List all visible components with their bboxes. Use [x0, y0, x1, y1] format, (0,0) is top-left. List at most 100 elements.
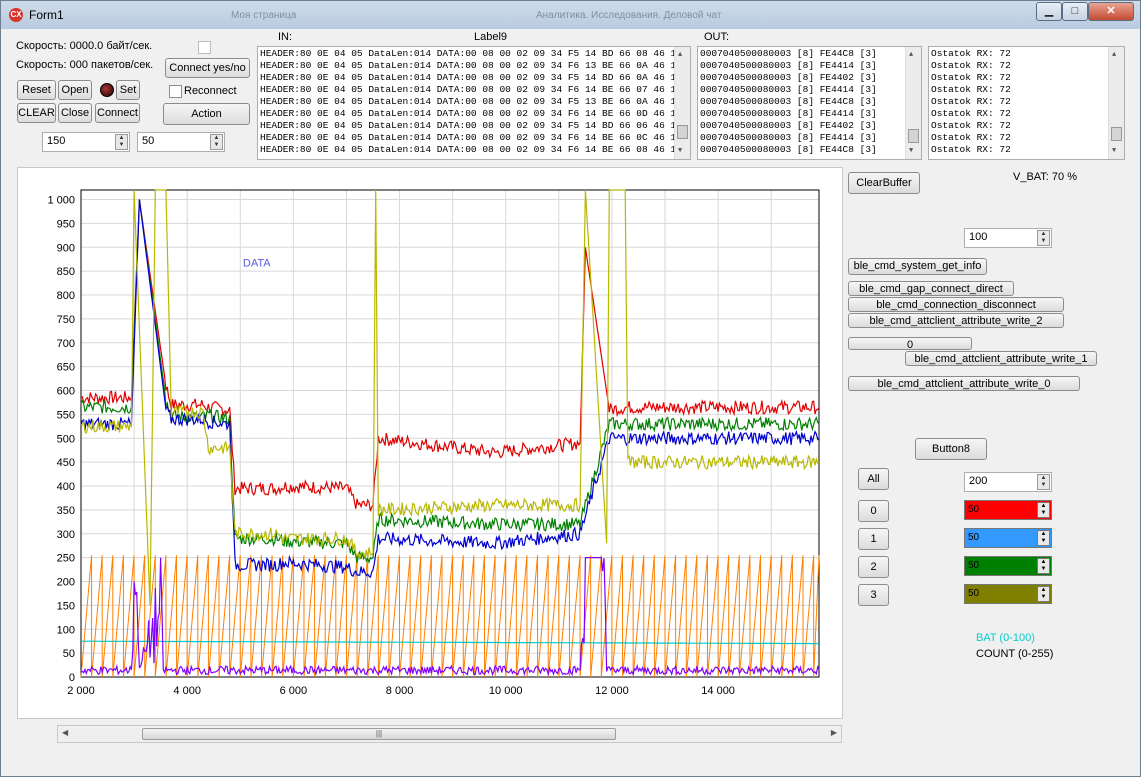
spin-input-200[interactable]: 200 ▲ ▼ — [964, 472, 1052, 492]
connect-yes-no-button[interactable]: Connect yes/no — [165, 58, 250, 78]
scroll-right-icon[interactable]: ▶ — [831, 728, 837, 737]
channel-value: 50 — [968, 560, 980, 571]
button8[interactable]: Button8 — [915, 438, 987, 460]
ostatok-log-line: Ostatok RX: 72 — [931, 60, 1011, 71]
out-log-line: 0007040500080003 [8] FE4402 [3] — [700, 72, 877, 83]
spin-arrows-icon[interactable]: ▲ ▼ — [210, 134, 223, 150]
cmd-disconnect-connection-button[interactable]: ble_cmd_connection_disconnect connection — [848, 297, 1064, 326]
channel-0-button[interactable]: 0 — [858, 500, 889, 522]
channel-value: 50 — [968, 588, 980, 599]
speed-bytes-label: Скорость: 0000.0 байт/сек. — [16, 40, 153, 52]
y-tick-label: 450 — [57, 457, 75, 469]
close-button[interactable]: Close — [58, 103, 92, 123]
channel-2-button[interactable]: 2 — [858, 556, 889, 578]
in-log-line: HEADER:80 0E 04 05 DataLen:014 DATA:00 0… — [260, 48, 691, 59]
ostatok-log-line: Ostatok RX: 72 — [931, 108, 1011, 119]
in-log-line: HEADER:80 0E 04 05 DataLen:014 DATA:00 0… — [260, 96, 691, 107]
spin-arrows-icon[interactable]: ▲ ▼ — [1037, 530, 1050, 546]
set-button[interactable]: Set — [116, 80, 140, 100]
x-tick-label: 4 000 — [173, 685, 201, 697]
main-window: CX Form1 Моя страница Аналитика. Исследо… — [0, 0, 1141, 777]
reconnect-label: Reconnect — [184, 85, 237, 97]
channel-2-color-spin[interactable]: 50 ▲ ▼ — [964, 556, 1052, 576]
spin-value: 150 — [47, 135, 66, 147]
y-tick-label: 50 — [63, 648, 75, 660]
minimize-button[interactable]: ▁ — [1036, 2, 1062, 21]
y-tick-label: 950 — [57, 218, 75, 230]
spin-input-2[interactable]: 50 ▲ ▼ — [137, 132, 225, 152]
spin-input-1[interactable]: 150 ▲ ▼ — [42, 132, 130, 152]
spin-input-100[interactable]: 100 ▲ ▼ — [964, 228, 1052, 248]
ostatok-log-line: Ostatok RX: 72 — [931, 132, 1011, 143]
cmd-system-get-info-button[interactable]: ble_cmd_system_get_info — [848, 258, 987, 275]
spin-arrows-icon[interactable]: ▲ ▼ — [1037, 586, 1050, 602]
in-log-line: HEADER:80 0E 04 05 DataLen:014 DATA:00 0… — [260, 60, 691, 71]
reconnect-checkbox[interactable] — [169, 85, 182, 98]
zero-button[interactable]: 0 — [848, 337, 972, 351]
out-log-line: 0007040500080003 [8] FE4414 [3] — [700, 84, 877, 95]
spin-arrows-icon[interactable]: ▲ ▼ — [1037, 502, 1050, 518]
ostatok-log-line: Ostatok RX: 72 — [931, 120, 1011, 131]
series-line — [81, 640, 819, 645]
chart-panel[interactable]: 0 50 100 150 200 250 300 350 400 450 500 550 600 650 7… — [17, 167, 843, 719]
chart-horizontal-scrollbar[interactable]: ◀ ||| ▶ — [57, 725, 842, 743]
ostatok-log-textbox[interactable]: Ostatok RX: 72 Ostatok RX: 72 Ostatok RX: … — [928, 46, 1125, 160]
in-log-line: HEADER:80 0E 04 05 DataLen:014 DATA:00 0… — [260, 108, 691, 119]
plot-area — [80, 189, 820, 678]
clear-button[interactable]: CLEAR — [17, 103, 56, 123]
all-channels-button[interactable]: All — [858, 468, 889, 490]
open-button[interactable]: Open — [58, 80, 92, 100]
cmd-gap-connect-direct-button[interactable]: ble_cmd_gap_connect_direct — [848, 281, 1014, 296]
data-chart[interactable]: 0 50 100 150 200 250 300 350 400 450 500 550 600 650 7… — [18, 168, 842, 718]
out-log-line: 0007040500080003 [8] FE44C8 [3] — [700, 96, 877, 107]
y-tick-label: 850 — [57, 266, 75, 278]
cmd-attribute-write-1-button[interactable]: ble_cmd_attclient_attribute_write_1 — [905, 351, 1097, 366]
speed-packets-label: Скорость: 000 пакетов/сек. — [16, 59, 154, 71]
channel-3-color-spin[interactable]: 50 ▲ ▼ — [964, 584, 1052, 604]
out-log-textbox[interactable]: 0007040500080003 [8] FE44C8 [3] 000704050… — [697, 46, 922, 160]
title-bar[interactable]: CX Form1 Моя страница Аналитика. Исследо… — [1, 1, 1140, 29]
out-log-scrollbar[interactable]: ▲ ▼ — [905, 47, 921, 159]
scroll-left-icon[interactable]: ◀ — [62, 728, 68, 737]
action-button[interactable]: Action — [163, 103, 250, 125]
x-tick-label: 2 000 — [67, 685, 95, 697]
maximize-button[interactable]: □ — [1062, 2, 1088, 21]
channel-3-button[interactable]: 3 — [858, 584, 889, 606]
ostatok-log-scrollbar[interactable]: ▲ ▼ — [1108, 47, 1124, 159]
window-title: Form1 — [29, 8, 64, 22]
spin-arrows-icon[interactable]: ▲ ▼ — [1037, 230, 1050, 246]
cmd-attribute-write-0-button[interactable]: ble_cmd_attclient_attribute_write_0 — [848, 376, 1080, 391]
bat-legend: BAT (0-100) — [976, 632, 1035, 644]
x-tick-label: 8 000 — [386, 685, 414, 697]
channel-1-button[interactable]: 1 — [858, 528, 889, 550]
x-tick-label: 14 000 — [701, 685, 735, 697]
count-legend: COUNT (0-255) — [976, 648, 1054, 660]
clear-buffer-button[interactable]: ClearBuffer — [848, 172, 920, 194]
y-tick-label: 650 — [57, 362, 75, 374]
connect-button[interactable]: Connect — [95, 103, 140, 123]
channel-0-color-spin[interactable]: 50 ▲ ▼ — [964, 500, 1052, 520]
channel-value: 50 — [968, 504, 980, 515]
spin-value: 100 — [969, 231, 988, 243]
close-window-button[interactable]: ✕ — [1088, 2, 1134, 21]
spin-arrows-icon[interactable]: ▲ ▼ — [115, 134, 128, 150]
ostatok-log-line: Ostatok RX: 72 — [931, 96, 1011, 107]
out-log-line: 0007040500080003 [8] FE44C8 [3] — [700, 144, 877, 155]
scroll-thumb[interactable]: ||| — [142, 728, 616, 740]
vbat-label: V_BAT: 70 % — [1013, 171, 1077, 183]
in-log-line: HEADER:80 0E 04 05 DataLen:014 DATA:00 0… — [260, 72, 691, 83]
in-log-line: HEADER:80 0E 04 05 DataLen:014 DATA:00 0… — [260, 84, 691, 95]
in-log-scrollbar[interactable]: ▲ ▼ — [674, 47, 690, 159]
disabled-checkbox[interactable] — [198, 41, 211, 54]
out-log-line: 0007040500080003 [8] FE4414 [3] — [700, 60, 877, 71]
spin-arrows-icon[interactable]: ▲ ▼ — [1037, 558, 1050, 574]
in-label: IN: — [278, 31, 293, 43]
reset-button[interactable]: Reset — [17, 80, 56, 100]
y-tick-label: 350 — [57, 505, 75, 517]
spin-arrows-icon[interactable]: ▲ ▼ — [1037, 474, 1050, 490]
in-log-line: HEADER:80 0E 04 05 DataLen:014 DATA:00 0… — [260, 120, 691, 131]
out-log-line: 0007040500080003 [8] FE44C8 [3] — [700, 48, 877, 59]
channel-1-color-spin[interactable]: 50 ▲ ▼ — [964, 528, 1052, 548]
cmd-attribute-write-2-button[interactable]: ble_cmd_attclient_attribute_write_2 — [848, 313, 1064, 328]
in-log-textbox[interactable]: HEADER:80 0E 04 05 DataLen:014 DATA:00 0… — [257, 46, 691, 160]
